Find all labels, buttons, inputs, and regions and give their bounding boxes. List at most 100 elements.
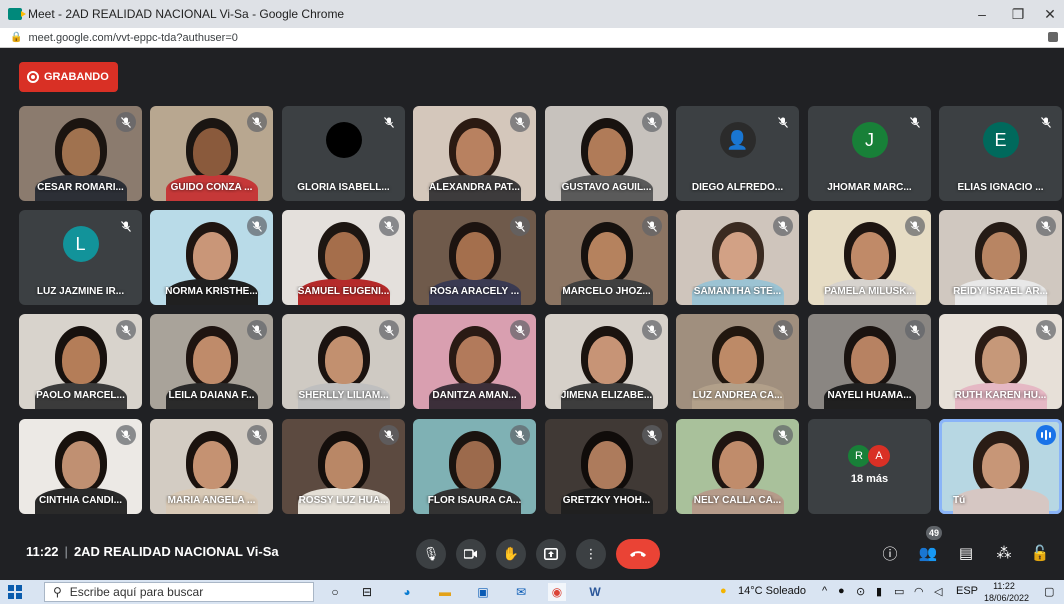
participant-video-face [455, 128, 494, 176]
mic-off-icon [773, 216, 793, 236]
info-separator: | [64, 544, 68, 559]
mic-off-icon [510, 425, 530, 445]
participant-name: PAMELA MILUSK... [824, 286, 915, 297]
tray-meet-icon[interactable]: ⊙ [856, 585, 865, 598]
participant-tile[interactable]: GUSTAVO AGUIL... [545, 106, 668, 201]
chrome-icon[interactable]: ◉ [548, 583, 566, 601]
participant-video-face [981, 336, 1020, 384]
participant-tile[interactable]: MARCELO JHOZ... [545, 210, 668, 305]
mic-off-icon [247, 112, 267, 132]
participant-tile[interactable]: ROSSY LUZ HUA... [282, 419, 405, 514]
url-text[interactable]: meet.google.com/vvt-eppc-tda?authuser=0 [28, 32, 237, 44]
participant-video-face [587, 336, 626, 384]
participant-tile[interactable]: GRETZKY YHOH... [545, 419, 668, 514]
mic-off-icon [379, 320, 399, 340]
participant-name: CESAR ROMARI... [37, 182, 124, 193]
participant-tile[interactable]: RUTH KAREN HU... [939, 314, 1062, 409]
more-avatar: A [868, 445, 890, 467]
mail-icon[interactable]: ✉ [512, 583, 530, 601]
mic-off-icon [905, 320, 925, 340]
word-icon[interactable]: W [586, 583, 604, 601]
camera-button[interactable] [456, 539, 486, 569]
participant-video-face [455, 441, 494, 489]
meeting-details-button[interactable]: ⓘ [878, 541, 902, 565]
windows-start-icon[interactable] [8, 585, 22, 599]
participant-name: SHERLLY LILIAM... [298, 390, 389, 401]
file-explorer-icon[interactable]: ▬ [436, 583, 454, 601]
end-call-button[interactable] [616, 539, 660, 569]
language-indicator[interactable]: ESP [956, 585, 978, 597]
participant-tile[interactable]: NELY CALLA CA... [676, 419, 799, 514]
participant-tile[interactable]: NORMA KRISTHE... [150, 210, 273, 305]
participant-tile[interactable]: SAMUEL EUGENI... [282, 210, 405, 305]
self-view-tile[interactable]: Tú [939, 419, 1062, 514]
edge-icon[interactable]: ◕ [398, 583, 416, 601]
participant-tile[interactable]: DANITZA AMAN... [413, 314, 536, 409]
volume-icon[interactable]: ◁ [934, 585, 942, 598]
extension-icon[interactable] [1048, 32, 1058, 42]
participant-tile[interactable]: REIDY ISRAEL AR... [939, 210, 1062, 305]
activities-button[interactable]: ⁂ [992, 541, 1016, 565]
restore-button[interactable]: ❐ [1000, 0, 1036, 28]
tray-app-icon[interactable]: ● [838, 585, 845, 597]
participant-tile[interactable]: SHERLLY LILIAM... [282, 314, 405, 409]
participant-name: LUZ ANDREA CA... [692, 390, 783, 401]
participant-tile[interactable]: PAOLO MARCEL... [19, 314, 142, 409]
participant-name: NAYELI HUAMA... [827, 390, 912, 401]
participant-tile[interactable]: GLORIA ISABELL... [282, 106, 405, 201]
recording-badge[interactable]: GRABANDO [19, 62, 118, 92]
present-button[interactable] [536, 539, 566, 569]
weather-text[interactable]: 14°C Soleado [738, 585, 806, 597]
mic-off-icon [773, 112, 793, 132]
participant-tile[interactable]: L LUZ JAZMINE IR... [19, 210, 142, 305]
participant-tile[interactable]: CESAR ROMARI... [19, 106, 142, 201]
participant-tile[interactable]: E ELIAS IGNACIO ... [939, 106, 1062, 201]
battery-icon[interactable]: ▭ [894, 585, 904, 598]
participant-name: DIEGO ALFREDO... [691, 182, 784, 193]
participant-tile[interactable]: LEILA DAIANA F... [150, 314, 273, 409]
more-participants-tile[interactable]: R A 18 más [808, 419, 931, 514]
notifications-icon[interactable]: ▢ [1044, 585, 1054, 598]
address-bar[interactable]: 🔒 meet.google.com/vvt-eppc-tda?authuser=… [0, 28, 1064, 48]
participant-tile[interactable]: JIMENA ELIZABE... [545, 314, 668, 409]
participant-tile[interactable]: ROSA ARACELY ... [413, 210, 536, 305]
mic-off-icon [247, 216, 267, 236]
participant-name: NORMA KRISTHE... [165, 286, 258, 297]
store-icon[interactable]: ▣ [474, 583, 492, 601]
wifi-icon[interactable]: ◠ [914, 585, 924, 598]
more-options-button[interactable]: ⋮ [576, 539, 606, 569]
taskbar-search-box[interactable]: ⚲ Escribe aquí para buscar [44, 582, 314, 602]
people-button[interactable]: 👥 [916, 541, 940, 565]
participant-name: DANITZA AMAN... [432, 390, 517, 401]
participant-video-face [192, 232, 231, 280]
participant-tile[interactable]: SAMANTHA STE... [676, 210, 799, 305]
participant-tile[interactable]: 👤 DIEGO ALFREDO... [676, 106, 799, 201]
microphone-button[interactable]: 🎙 [416, 539, 446, 569]
participant-tile[interactable]: MARIA ANGELA ... [150, 419, 273, 514]
participant-tile[interactable]: J JHOMAR MARC... [808, 106, 931, 201]
browser-title-bar: Meet - 2AD REALIDAD NACIONAL Vi-Sa - Goo… [0, 0, 1064, 28]
tray-mic-icon[interactable]: ▮ [876, 585, 882, 598]
raise-hand-button[interactable]: ✋ [496, 539, 526, 569]
tray-chevron-icon[interactable]: ^ [822, 585, 827, 597]
host-controls-button[interactable]: 🔓 [1028, 541, 1052, 565]
task-view-icon[interactable]: ⊟ [358, 583, 376, 601]
participant-tile[interactable]: LUZ ANDREA CA... [676, 314, 799, 409]
mic-off-icon [1036, 112, 1056, 132]
participant-tile[interactable]: CINTHIA CANDI... [19, 419, 142, 514]
chat-button[interactable]: ▤ [954, 541, 978, 565]
cortana-icon[interactable]: ○ [326, 583, 344, 601]
participant-tile[interactable]: ALEXANDRA PAT... [413, 106, 536, 201]
participant-name: REIDY ISRAEL AR... [953, 286, 1048, 297]
participant-tile[interactable]: NAYELI HUAMA... [808, 314, 931, 409]
participant-tile[interactable]: GUIDO CONZA ... [150, 106, 273, 201]
taskbar-clock[interactable]: 11:22 18/06/2022 [984, 580, 1029, 604]
microphone-icon: 🎙 [422, 546, 440, 561]
participant-video-face [718, 441, 757, 489]
participant-tile[interactable]: PAMELA MILUSK... [808, 210, 931, 305]
minimize-button[interactable]: – [964, 0, 1000, 28]
participant-name: CINTHIA CANDI... [39, 495, 122, 506]
participant-tile[interactable]: FLOR ISAURA CA... [413, 419, 536, 514]
participant-video-face [192, 128, 231, 176]
close-button[interactable]: ✕ [1032, 0, 1064, 28]
